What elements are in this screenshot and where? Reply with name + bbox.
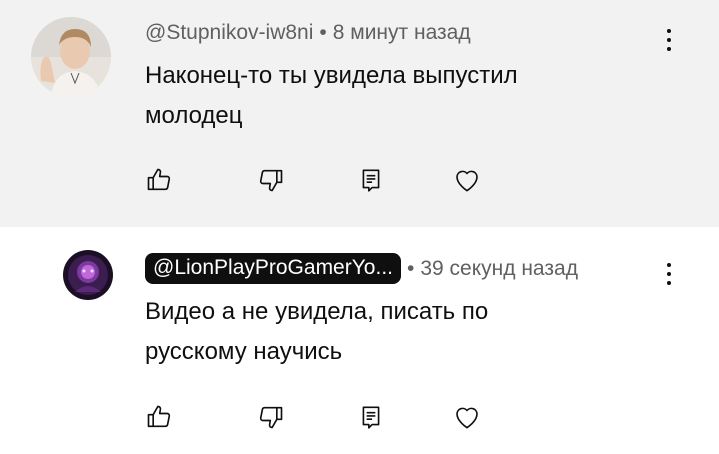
thumb-up-icon — [145, 166, 173, 194]
comment-text-line: молодец — [145, 102, 243, 129]
comment-text-line: Видео а не увидела, писать по — [145, 298, 489, 325]
comment-text-line: Наконец-то ты увидела выпустил — [145, 62, 518, 89]
meta-separator: • — [407, 256, 415, 280]
avatar[interactable] — [31, 17, 111, 97]
dislike-button[interactable] — [251, 160, 291, 200]
comment-meta: @Stupnikov-iw8ni • 8 минут назад — [145, 21, 471, 45]
like-button[interactable] — [139, 397, 179, 437]
more-vert-icon[interactable] — [657, 22, 681, 58]
dislike-button[interactable] — [251, 397, 291, 437]
comment-meta: @LionPlayProGamerYo... • 39 секунд назад — [145, 253, 578, 284]
heart-button[interactable] — [447, 160, 487, 200]
reply-button[interactable] — [351, 397, 391, 437]
like-button[interactable] — [139, 160, 179, 200]
reply-comment-icon — [358, 404, 384, 430]
heart-button[interactable] — [447, 397, 487, 437]
comment-item: @Stupnikov-iw8ni • 8 минут назад Наконец-т… — [0, 0, 719, 227]
comment-actions — [0, 397, 719, 437]
meta-separator: • — [319, 21, 327, 44]
reply-comment-icon — [358, 167, 384, 193]
heart-icon — [452, 165, 482, 195]
avatar[interactable] — [63, 250, 113, 300]
thumb-down-icon — [257, 166, 285, 194]
comment-text: Наконец-то ты увидела выпустил молодец — [145, 56, 665, 136]
reply-button[interactable] — [351, 160, 391, 200]
thumb-up-icon — [145, 403, 173, 431]
more-vert-icon[interactable] — [657, 256, 681, 292]
thumb-down-icon — [257, 403, 285, 431]
comment-actions — [0, 160, 719, 200]
heart-icon — [452, 402, 482, 432]
author-handle[interactable]: @Stupnikov-iw8ni — [145, 21, 313, 44]
comment-text-line: русскому научись — [145, 338, 343, 365]
comment-time: 39 секунд назад — [420, 256, 578, 280]
author-handle-chip[interactable]: @LionPlayProGamerYo... — [145, 253, 401, 284]
comment-text: Видео а не увидела, писать по русскому н… — [145, 292, 665, 372]
comment-time: 8 минут назад — [332, 21, 471, 44]
comment-item: @LionPlayProGamerYo... • 39 секунд назад В… — [0, 227, 719, 454]
